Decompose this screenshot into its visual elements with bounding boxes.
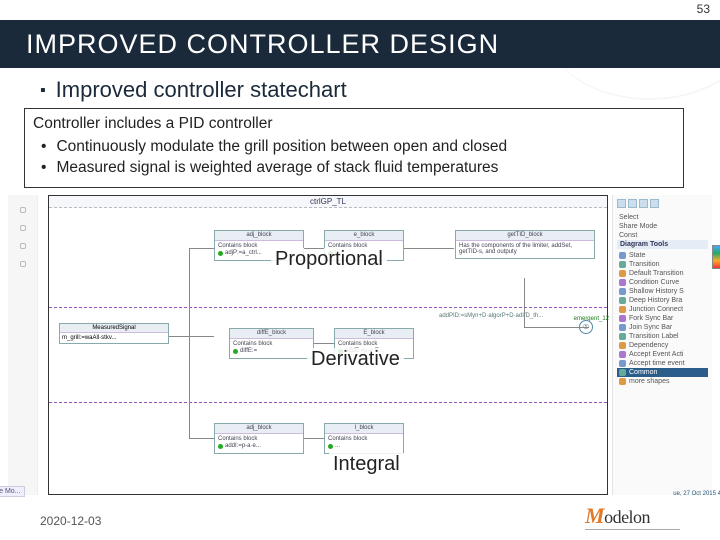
sum-expr: addPID:=sMyn+D·algorP+D·adIfD_th... <box>439 313 543 319</box>
proportional-label: Proportional <box>271 248 387 271</box>
diagram-tools-panel: Select Share Mode Const Diagram Tools St… <box>612 195 712 495</box>
create-button-bg: Create Mo... <box>0 486 25 497</box>
title-bar: IMPROVED CONTROLLER DESIGN <box>0 20 720 68</box>
adj2-block: adj_block Contains block addI:=p-a·e... <box>214 423 304 454</box>
limiter-block: getTID_block Has the components of the l… <box>455 230 595 259</box>
i-block: I_block Contains block ... <box>324 423 404 454</box>
slide-title: IMPROVED CONTROLLER DESIGN <box>26 29 499 60</box>
statechart-area: Select Share Mode Const Diagram Tools St… <box>8 195 712 495</box>
footer-logo: Modelon <box>585 503 680 530</box>
derivative-label: Derivative <box>307 348 404 371</box>
footer-date: 2020-12-03 <box>40 514 101 528</box>
app-left-gutter <box>8 195 38 495</box>
info-bullet: Continuously modulate the grill position… <box>41 137 675 158</box>
slide-subtitle: Improved controller statechart <box>40 77 347 103</box>
measured-signal-block: MeasuredSignal m_grill:=waAll·stkv... <box>59 323 169 344</box>
info-lead: Controller includes a PID controller <box>33 114 675 135</box>
panel-top-icons <box>617 199 708 208</box>
info-bullet: Measured signal is weighted average of s… <box>41 158 675 179</box>
output-label: emergent_12 <box>574 316 609 322</box>
info-callout: Controller includes a PID controller Con… <box>24 108 684 188</box>
diff-block: diffE_block Contains block diffE:= <box>229 328 314 359</box>
page-number: 53 <box>697 2 710 16</box>
color-swatch <box>712 245 720 269</box>
chart-outer-title: ctrlGP_TL <box>49 196 607 208</box>
integral-label: Integral <box>329 453 404 476</box>
statechart-canvas: ctrlGP_TL MeasuredSignal m_grill:=waAll·… <box>48 195 608 495</box>
status-time: ue, 27 Oct 2015 4:06 PM <box>673 491 720 497</box>
